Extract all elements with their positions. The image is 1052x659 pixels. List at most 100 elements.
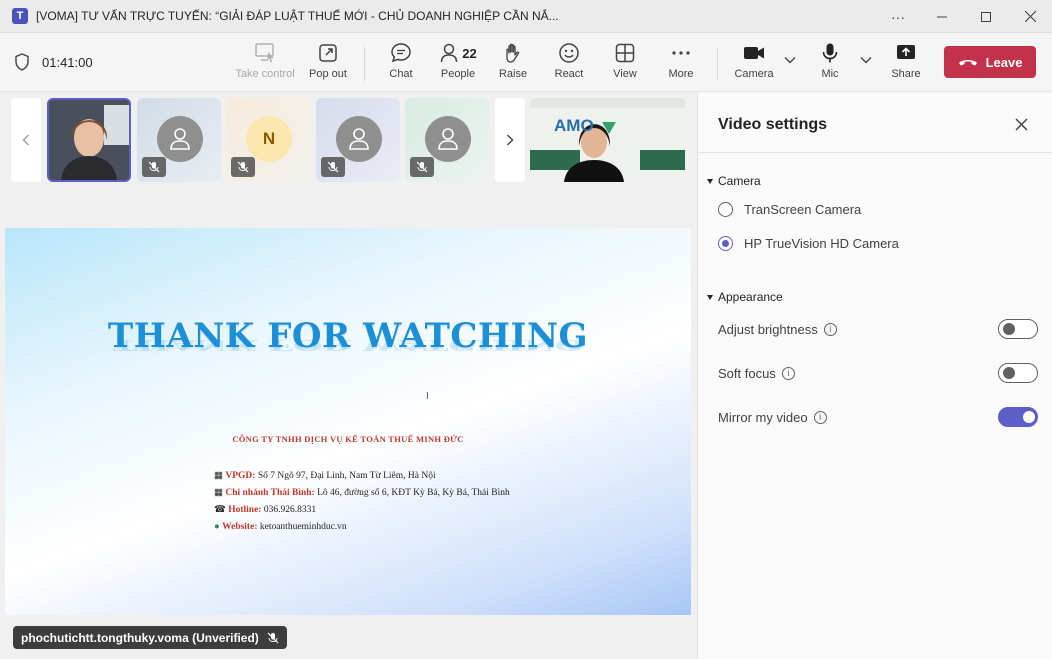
window-controls: ··· (876, 0, 1052, 33)
participant-tile[interactable] (405, 98, 489, 182)
person-icon (438, 128, 458, 150)
appearance-section-toggle[interactable]: Appearance (707, 290, 783, 304)
close-window-button[interactable] (1008, 0, 1052, 33)
participant-tile[interactable]: N (226, 98, 310, 182)
participant-tile[interactable] (316, 98, 400, 182)
chevron-right-icon (507, 134, 514, 146)
mic-off-icon (148, 161, 160, 173)
camera-option-hp[interactable]: HP TrueVision HD Camera (718, 236, 899, 251)
people-button[interactable]: 22 People (438, 41, 478, 86)
muted-badge (410, 157, 434, 177)
mic-options-button[interactable] (859, 53, 873, 67)
adjust-brightness-toggle[interactable] (998, 319, 1038, 339)
info-icon[interactable]: i (781, 366, 795, 380)
take-control-button[interactable]: Take control (235, 41, 295, 86)
soft-focus-toggle[interactable] (998, 363, 1038, 383)
more-icon (672, 51, 690, 55)
leave-button[interactable]: Leave (944, 46, 1036, 78)
take-control-icon (255, 43, 274, 63)
title-bar: T [VOMA] TƯ VẤN TRỰC TUYẾN: “GIẢI ĐÁP LU… (0, 0, 1052, 33)
radio-button-selected[interactable] (718, 236, 733, 251)
participant-tile-video[interactable] (47, 98, 131, 182)
slide-contact-info: ▦ VPGD: Số 7 Ngõ 97, Đại Linh, Nam Từ Li… (214, 468, 510, 536)
slide-address-line: ▦ VPGD: Số 7 Ngõ 97, Đại Linh, Nam Từ Li… (214, 471, 436, 481)
window-more-button[interactable]: ··· (876, 0, 920, 33)
pop-out-button[interactable]: Pop out (308, 41, 348, 86)
share-icon (897, 45, 915, 59)
timer-text: 01:41:00 (42, 54, 93, 70)
minimize-icon (937, 16, 947, 17)
react-button[interactable]: React (553, 41, 585, 86)
camera-section-toggle[interactable]: Camera (707, 174, 761, 188)
hang-up-icon (958, 60, 977, 66)
person-icon (349, 128, 369, 150)
panel-title: Video settings (718, 116, 828, 133)
presenter-video-feed (530, 98, 685, 182)
chat-button[interactable]: Chat (386, 41, 416, 86)
camera-options-button[interactable] (783, 53, 797, 67)
close-icon (1024, 11, 1036, 22)
slide-website-line: ● Website: ketoanthueminhduc.vn (214, 522, 347, 532)
avatar: N (246, 116, 292, 162)
chevron-down-icon (860, 57, 872, 64)
presenter-name-tag: phochutichtt.tongthuky.voma (Unverified) (13, 626, 287, 649)
slide-branch-line: ▦ Chi nhánh Thái Bình: Lô 46, đường số 6… (214, 488, 510, 498)
people-icon (441, 43, 458, 63)
camera-button[interactable]: Camera (734, 41, 774, 86)
smiley-icon (559, 43, 579, 63)
info-icon[interactable]: i (813, 410, 827, 424)
view-button[interactable]: View (611, 41, 639, 86)
people-count: 22 (462, 45, 477, 61)
strip-next-button[interactable] (495, 98, 525, 182)
mic-off-icon (416, 161, 428, 173)
window-title: [VOMA] TƯ VẤN TRỰC TUYẾN: “GIẢI ĐÁP LUẬT… (36, 9, 559, 23)
mirror-video-toggle[interactable] (998, 407, 1038, 427)
mic-button[interactable]: Mic (816, 41, 844, 86)
building-icon: ▦ (214, 488, 226, 498)
panel-divider (698, 152, 1052, 153)
teams-app-icon: T (12, 8, 28, 24)
slide-title-reflection: THANK FOR WATCHING (112, 336, 584, 354)
building-icon: ▦ (214, 471, 226, 481)
presenter-background-logo: AMO (554, 116, 594, 135)
mic-icon (822, 43, 838, 63)
camera-option-transcreen[interactable]: TranScreen Camera (718, 202, 861, 217)
text-cursor: I (426, 391, 429, 402)
caret-down-icon (707, 178, 713, 184)
muted-badge (142, 157, 166, 177)
info-icon[interactable]: i (823, 322, 837, 336)
shield-icon[interactable] (14, 53, 30, 71)
participant-tile[interactable] (137, 98, 221, 182)
more-button[interactable]: More (666, 41, 696, 86)
presenter-video[interactable]: AMO (530, 98, 685, 182)
avatar (425, 116, 471, 162)
participant-video (49, 100, 129, 180)
caret-down-icon (707, 294, 713, 300)
mirror-video-row: Mirror my video i (718, 406, 1038, 428)
hand-icon (506, 43, 520, 63)
strip-prev-button[interactable] (11, 98, 41, 182)
raise-hand-button[interactable]: Raise (498, 41, 528, 86)
share-button[interactable]: Share (890, 41, 922, 86)
meeting-timer: 01:41:00 (14, 53, 93, 71)
slide-company: CÔNG TY TNHH DỊCH VỤ KẾ TOÁN THUẾ MINH Đ… (232, 434, 464, 444)
muted-badge (321, 157, 345, 177)
toolbar-divider (717, 47, 718, 81)
close-panel-button[interactable] (1011, 114, 1031, 134)
close-icon (1015, 118, 1027, 130)
minimize-button[interactable] (920, 0, 964, 33)
maximize-button[interactable] (964, 0, 1008, 33)
phone-icon: ☎ (214, 505, 229, 515)
chevron-left-icon (22, 134, 29, 146)
avatar (157, 116, 203, 162)
meeting-toolbar: 01:41:00 Take control Pop out Chat 22 Pe… (0, 33, 1052, 92)
person-icon (170, 128, 190, 150)
camera-icon (744, 47, 764, 59)
globe-icon: ● (214, 522, 223, 532)
radio-button[interactable] (718, 202, 733, 217)
mic-off-icon (327, 161, 339, 173)
mic-off-icon (267, 632, 279, 643)
adjust-brightness-row: Adjust brightness i (718, 318, 1038, 340)
chat-icon (391, 43, 411, 63)
slide-hotline-line: ☎ Hotline: 036.926.8331 (214, 505, 317, 515)
